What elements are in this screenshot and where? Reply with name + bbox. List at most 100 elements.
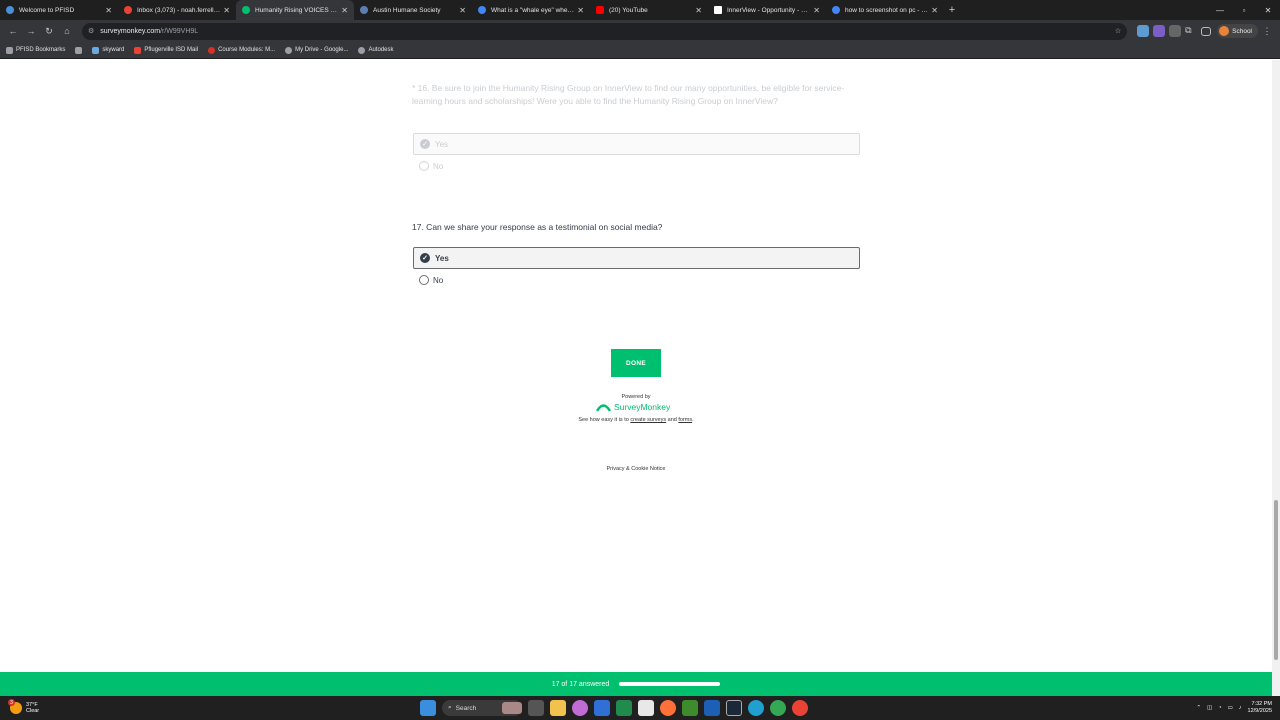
close-icon[interactable]: ✕ <box>105 6 112 15</box>
tab-google-search[interactable]: how to screenshot on pc - Goo ✕ <box>826 0 944 20</box>
chrome-icon[interactable] <box>770 700 786 716</box>
tagline-suffix: . <box>692 417 694 423</box>
tab-survey[interactable]: Humanity Rising VOICES Survey✕ <box>236 0 354 20</box>
bookmark-star-icon[interactable]: ☆ <box>1115 27 1121 35</box>
tab-favicon-icon <box>6 6 14 14</box>
copilot-icon[interactable] <box>572 700 588 716</box>
profile-button[interactable]: School <box>1217 24 1258 38</box>
bookmark-mail[interactable]: Pflugerville ISD Mail <box>134 46 198 54</box>
tagline: See how easy it is to create surveys and… <box>0 417 1272 423</box>
tab-innerview[interactable]: InnerView - Opportunity - Mini ✕ <box>708 0 826 20</box>
page-scrollbar[interactable] <box>1272 60 1280 696</box>
clock[interactable]: 7:32 PM 12/9/2025 <box>1248 701 1272 715</box>
tab-title: Austin Humane Society <box>373 6 441 14</box>
firefox-icon[interactable] <box>660 700 676 716</box>
q16-option-no[interactable]: No <box>419 161 443 171</box>
surveymonkey-logo[interactable]: SurveyMonkey <box>596 402 670 412</box>
extension-icon[interactable] <box>1169 25 1182 37</box>
tab-title: Inbox (3,073) - noah.ferrell@stu <box>137 6 221 14</box>
display-icon[interactable]: ▭ <box>1228 705 1233 711</box>
address-bar[interactable]: ⚙ surveymonkey.com/r/W99VH9L ☆ <box>82 22 1128 40</box>
close-icon[interactable]: ✕ <box>931 6 938 15</box>
wifi-icon[interactable]: ◔ <box>1218 705 1221 711</box>
taskbar-search[interactable]: ⌕ Search <box>442 700 522 716</box>
chrome-active-icon[interactable] <box>792 700 808 716</box>
volume-icon[interactable]: ♪ <box>1239 705 1242 711</box>
weather-widget[interactable]: 3 37°F Clear <box>0 699 420 714</box>
tagline-and: and <box>667 417 677 423</box>
q16-option-yes[interactable]: ✓ Yes <box>413 133 860 155</box>
tab-humane[interactable]: Austin Humane Society ✕ <box>354 0 472 20</box>
canvas-icon <box>208 46 216 54</box>
maximize-icon[interactable]: ▫ <box>1232 0 1256 20</box>
notepad-icon[interactable] <box>638 700 654 716</box>
gmail-icon <box>134 46 142 54</box>
bookmark-course-modules[interactable]: Course Modules: M... <box>208 46 275 54</box>
check-icon: ✓ <box>420 253 430 263</box>
progress-text: 17 of 17 answered <box>551 680 610 688</box>
close-icon[interactable]: ✕ <box>459 6 466 15</box>
close-icon[interactable]: ✕ <box>577 6 584 15</box>
option-label: Yes <box>435 139 449 149</box>
site-info-icon[interactable]: ⚙ <box>88 27 94 35</box>
tab-title: (20) YouTube <box>609 6 648 14</box>
bookmark-skyward[interactable]: skyward <box>92 46 125 54</box>
file-explorer-icon[interactable] <box>550 700 566 716</box>
store-icon[interactable] <box>594 700 610 716</box>
tab-favicon-icon <box>360 6 368 14</box>
tab-whale-eye[interactable]: What is a "whale eye" when refe✕ <box>472 0 590 20</box>
shield-icon[interactable] <box>704 700 720 716</box>
url-path: /r/W99VH9L <box>160 27 199 35</box>
globe-icon <box>285 46 293 54</box>
chevron-up-icon[interactable]: ⌃ <box>1196 705 1201 711</box>
create-surveys-link[interactable]: create surveys <box>630 417 666 423</box>
notification-badge: 3 <box>8 699 15 706</box>
puzzle-icon[interactable]: ⧉ <box>1185 25 1197 37</box>
task-view-icon[interactable] <box>528 700 544 716</box>
done-button[interactable]: DONE <box>611 349 661 377</box>
edge-icon[interactable] <box>748 700 764 716</box>
steam-icon[interactable] <box>726 700 742 716</box>
back-icon[interactable]: ← <box>4 22 22 40</box>
tab-title: Humanity Rising VOICES Survey <box>255 6 339 14</box>
bookmark-autodesk[interactable]: Autodesk <box>358 46 393 54</box>
windows-start-icon[interactable] <box>420 700 436 716</box>
scrollbar-thumb[interactable] <box>1274 500 1278 660</box>
bookmark-label: skyward <box>102 47 125 53</box>
extension-icon[interactable] <box>1137 25 1150 37</box>
tab-pfisd[interactable]: Welcome to PFISD ✕ <box>0 0 118 20</box>
progress-bar <box>619 682 721 686</box>
forms-link[interactable]: forms <box>678 417 692 423</box>
folder-icon <box>6 46 13 54</box>
q17-option-yes[interactable]: ✓ Yes <box>413 247 860 269</box>
network-icon[interactable]: ◫ <box>1207 705 1212 711</box>
reload-icon[interactable]: ↻ <box>40 22 58 40</box>
home-icon[interactable]: ⌂ <box>58 22 76 40</box>
apps-button[interactable] <box>75 46 83 54</box>
tab-youtube[interactable]: (20) YouTube ✕ <box>590 0 708 20</box>
window-controls: — ▫ ✕ <box>1208 0 1280 20</box>
clock-time: 7:32 PM <box>1251 701 1272 707</box>
new-tab-button[interactable]: + <box>944 0 960 20</box>
close-icon[interactable]: ✕ <box>695 6 702 15</box>
taskbar-apps: ⌕ Search <box>420 700 808 716</box>
tab-strip: Welcome to PFISD ✕ Inbox (3,073) - noah.f… <box>0 0 1280 20</box>
q17-option-no[interactable]: No <box>419 275 443 285</box>
minimize-icon[interactable]: — <box>1208 0 1232 20</box>
close-icon[interactable]: ✕ <box>223 6 230 15</box>
close-icon[interactable]: ✕ <box>813 6 820 15</box>
close-icon[interactable]: ✕ <box>341 6 348 15</box>
minecraft-icon[interactable] <box>682 700 698 716</box>
menu-icon[interactable]: ⋮ <box>1258 22 1276 40</box>
google-icon <box>832 6 840 14</box>
tab-gmail[interactable]: Inbox (3,073) - noah.ferrell@stu ✕ <box>118 0 236 20</box>
side-panel-icon[interactable] <box>1201 26 1212 36</box>
forward-icon[interactable]: → <box>22 22 40 40</box>
bookmark-my-drive[interactable]: My Drive - Google... <box>285 46 348 54</box>
excel-icon[interactable] <box>616 700 632 716</box>
privacy-link[interactable]: Privacy & Cookie Notice <box>0 466 1272 472</box>
bookmark-folder-pfisd[interactable]: PFISD Bookmarks <box>6 46 65 54</box>
extension-icon[interactable] <box>1153 25 1166 37</box>
question-17-text: 17. Can we share your response as a test… <box>412 222 663 232</box>
close-window-icon[interactable]: ✕ <box>1256 0 1280 20</box>
